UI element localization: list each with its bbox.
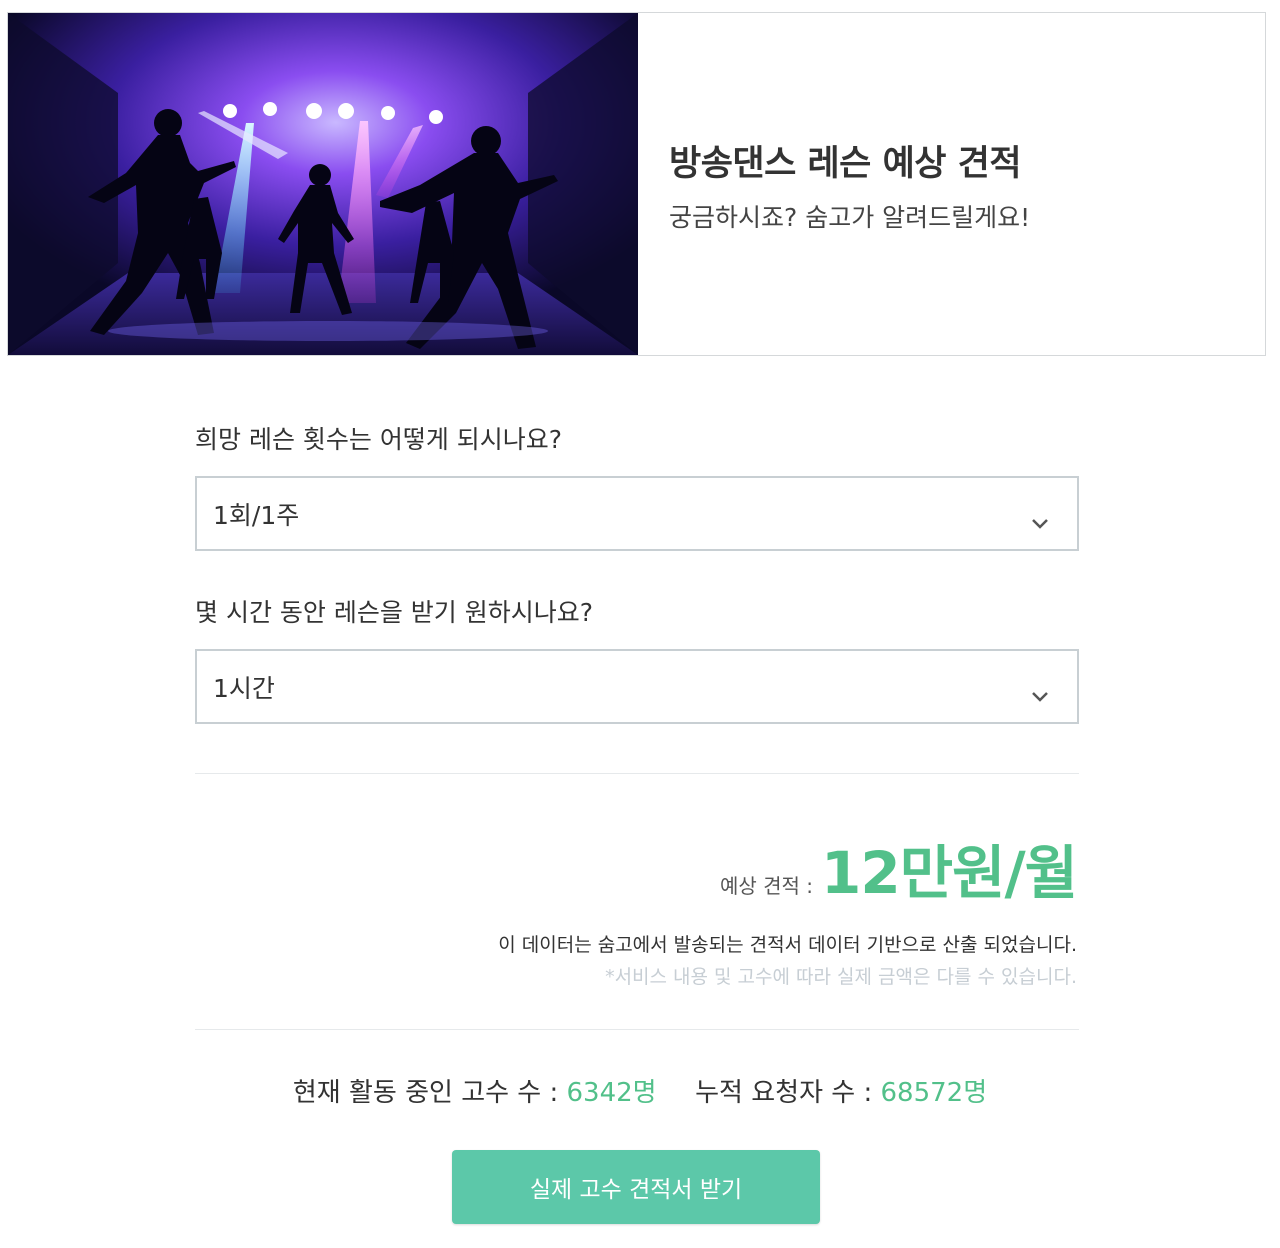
- hero-title: 방송댄스 레슨 예상 견적: [669, 144, 1022, 184]
- lesson-frequency-select[interactable]: 1회/1주: [195, 476, 1079, 551]
- active-pros-count: 6342명: [566, 1078, 657, 1108]
- hero-banner: 방송댄스 레슨 예상 견적 궁금하시죠? 숨고가 알려드릴게요!: [7, 12, 1266, 356]
- chevron-down-icon: [1031, 507, 1049, 536]
- estimate-form: 희망 레슨 횟수는 어떻게 되시나요? 1회/1주 몇 시간 동안 레슨을 받기…: [195, 420, 1079, 724]
- divider: [195, 773, 1079, 774]
- disclaimer-note: *서비스 내용 및 고수에 따라 실제 금액은 다를 수 있습니다.: [605, 966, 1077, 988]
- data-source-note: 이 데이터는 숨고에서 발송되는 견적서 데이터 기반으로 산출 되었습니다.: [498, 934, 1077, 956]
- divider: [195, 1029, 1079, 1030]
- estimate-value: 12만원/월: [821, 839, 1078, 907]
- stats-row: 현재 활동 중인 고수 수 : 6342명 누적 요청자 수 : 68572명: [0, 1072, 1280, 1109]
- lesson-frequency-label: 희망 레슨 횟수는 어떻게 되시나요?: [195, 425, 563, 454]
- lesson-duration-value: 1시간: [213, 673, 275, 703]
- get-quotes-button[interactable]: 실제 고수 견적서 받기: [452, 1150, 820, 1224]
- hero-subtitle: 궁금하시죠? 숨고가 알려드릴게요!: [669, 203, 1031, 232]
- total-requests-count: 68572명: [880, 1078, 988, 1108]
- lesson-duration-select[interactable]: 1시간: [195, 649, 1079, 724]
- dance-stage-image: [8, 13, 638, 355]
- estimate-label: 예상 견적 :: [719, 874, 814, 898]
- active-pros-label: 현재 활동 중인 고수 수 :: [292, 1078, 559, 1108]
- chevron-down-icon: [1031, 680, 1049, 709]
- estimate-result: 예상 견적 : 12만원/월: [719, 826, 1078, 910]
- lesson-frequency-value: 1회/1주: [213, 500, 300, 530]
- hero-text: 방송댄스 레슨 예상 견적 궁금하시죠? 숨고가 알려드릴게요!: [669, 135, 1030, 234]
- lesson-duration-label: 몇 시간 동안 레슨을 받기 원하시나요?: [195, 598, 594, 627]
- total-requests-label: 누적 요청자 수 :: [695, 1078, 873, 1108]
